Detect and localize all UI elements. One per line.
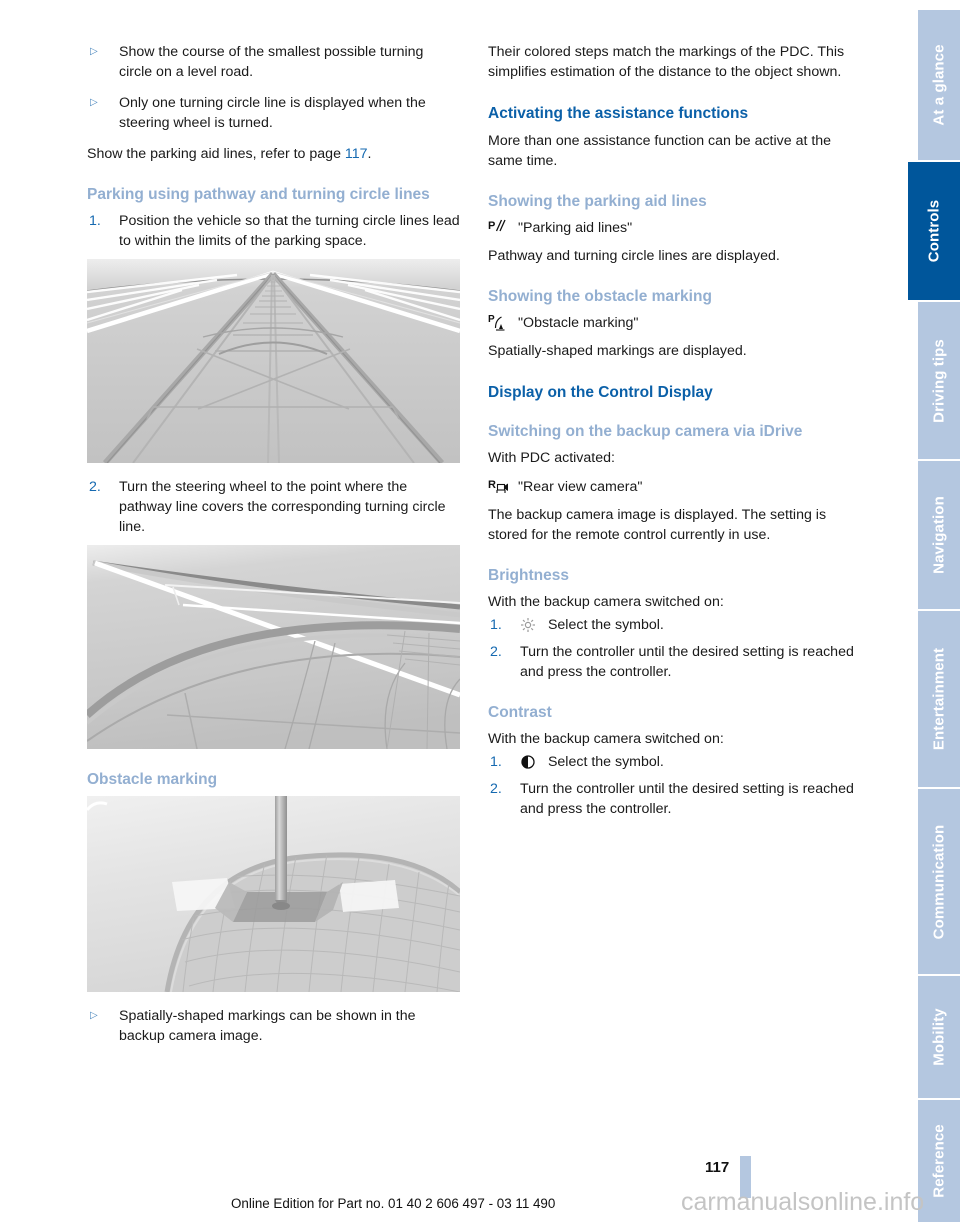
step-text: Select the symbol. <box>547 616 664 633</box>
step-number: 2. <box>89 478 101 495</box>
sidebar-tab-label: Navigation <box>930 496 948 574</box>
contrast-half-circle-icon <box>520 755 544 769</box>
symbol-label: "Obstacle marking" <box>518 314 639 331</box>
brightness-intro: With the backup camera switched on: <box>488 593 724 610</box>
triangle-right-icon: ▷ <box>90 1009 98 1021</box>
heading-contrast: Contrast <box>488 703 552 721</box>
sidebar-tab-label: Driving tips <box>930 338 948 423</box>
obstacle-paragraph: Spatially-shaped markings are displayed. <box>488 342 747 359</box>
heading-parking-using-pathway: Parking using pathway and turning circle… <box>87 186 430 204</box>
figure-obstacle-marking-pole <box>87 795 460 992</box>
sidebar-tab-entertainment[interactable]: Entertainment <box>918 611 960 787</box>
step-number: 1. <box>490 616 502 633</box>
list-item: ▷ Show the course of the smallest possib… <box>87 42 460 82</box>
parking-aid-lines-icon: P <box>488 218 509 238</box>
bullet-list-bottom: ▷ Spatially-shaped markings can be shown… <box>87 1006 460 1046</box>
sidebar-tab-reference[interactable]: Reference <box>918 1100 960 1222</box>
bullet-text: Only one turning circle line is displaye… <box>119 95 426 132</box>
sidebar-tab-label: Reference <box>930 1124 948 1198</box>
symbol-line-obstacle-marking: P "Obstacle marking" <box>488 313 861 333</box>
sidebar-tab-mobility[interactable]: Mobility <box>918 976 960 1098</box>
rear-view-camera-icon: R <box>488 477 509 497</box>
list-item: 2. Turn the controller until the desired… <box>488 642 861 682</box>
heading-showing-obstacle-marking: Showing the obstacle marking <box>488 288 712 306</box>
sidebar-tab-label: At a glance <box>930 44 948 126</box>
bullet-text: Show the course of the smallest possible… <box>119 44 424 81</box>
manual-page: ▷ Show the course of the smallest possib… <box>0 0 960 1222</box>
page-number: 117 <box>705 1159 730 1176</box>
step-number: 2. <box>490 780 502 797</box>
symbol-line-rear-view-camera: R "Rear view camera" <box>488 477 861 497</box>
svg-text:P: P <box>488 314 495 325</box>
steps-parking: 1. Position the vehicle so that the turn… <box>87 211 460 251</box>
list-item: 2. Turn the controller until the desired… <box>488 779 861 819</box>
triangle-right-icon: ▷ <box>90 46 98 57</box>
list-item: 2. Turn the steering wheel to the point … <box>87 477 460 537</box>
step-number: 1. <box>89 212 101 229</box>
steps-contrast: 1. Select the symbol. 2. Turn the contro… <box>488 752 861 819</box>
bullet-list-top: ▷ Show the course of the smallest possib… <box>87 42 460 133</box>
sidebar-tab-at-a-glance[interactable]: At a glance <box>918 10 960 160</box>
symbol-label: "Parking aid lines" <box>518 220 633 237</box>
heading-brightness: Brightness <box>488 566 569 584</box>
sidebar-tab-label: Entertainment <box>930 647 948 751</box>
heading-display-on-control-display: Display on the Control Display <box>488 383 713 401</box>
section-tabstrip: At a glance Controls Driving tips Navigatio… <box>880 0 960 1222</box>
content-columns: ▷ Show the course of the smallest possib… <box>87 42 873 1057</box>
intro-paragraph: Their colored steps match the markings o… <box>488 44 845 81</box>
symbol-label: "Rear view camera" <box>518 478 643 495</box>
sidebar-tab-label: Communication <box>930 824 948 939</box>
sidebar-tab-navigation[interactable]: Navigation <box>918 461 960 609</box>
list-item: ▷ Spatially-shaped markings can be shown… <box>87 1006 460 1046</box>
sidebar-tab-communication[interactable]: Communication <box>918 789 960 974</box>
svg-text:P: P <box>488 220 495 232</box>
left-column: ▷ Show the course of the smallest possib… <box>87 42 460 1057</box>
symbol-line-parking-aid: P "Parking aid lines" <box>488 218 861 238</box>
step-text: Select the symbol. <box>547 753 664 770</box>
refer-to-page-paragraph: Show the parking aid lines, refer to pag… <box>87 144 460 164</box>
list-item: 1. Position the vehicle so that the turn… <box>87 211 460 251</box>
contrast-intro: With the backup camera switched on: <box>488 730 724 747</box>
step-text: Turn the controller until the desired se… <box>520 643 854 680</box>
pdc-activated-paragraph: With PDC activated: <box>488 449 615 466</box>
list-item: 1. Select the symbol. <box>488 752 861 772</box>
activating-paragraph: More than one assistance function can be… <box>488 133 832 170</box>
step-number: 1. <box>490 753 502 770</box>
steps-parking-2: 2. Turn the steering wheel to the point … <box>87 477 460 537</box>
footer-edition-text: Online Edition for Part no. 01 40 2 606 … <box>231 1196 556 1211</box>
list-item: 1. Select the symbol. <box>488 615 861 635</box>
right-column: Their colored steps match the markings o… <box>488 42 861 1057</box>
heading-switching-backup-camera: Switching on the backup camera via iDriv… <box>488 423 803 441</box>
sidebar-tab-driving-tips[interactable]: Driving tips <box>918 302 960 459</box>
watermark-text: carmanualsonline.info <box>681 1188 925 1216</box>
sidebar-tab-label: Mobility <box>930 1008 948 1066</box>
sidebar-tab-controls[interactable]: Controls <box>908 162 960 300</box>
brightness-sun-icon <box>520 617 544 632</box>
refer-text-before: Show the parking aid lines, refer to pag… <box>87 146 345 163</box>
step-number: 2. <box>490 643 502 660</box>
svg-text:R: R <box>488 479 496 491</box>
figure-pathway-turning-lines-straight <box>87 258 460 463</box>
steps-brightness: 1. Select the symbol. 2. Turn the contro… <box>488 615 861 682</box>
heading-obstacle-marking: Obstacle marking <box>87 770 218 788</box>
backup-image-paragraph: The backup camera image is displayed. Th… <box>488 506 827 543</box>
sidebar-tab-label: Controls <box>925 199 943 263</box>
heading-showing-parking-aid-lines: Showing the parking aid lines <box>488 193 707 211</box>
figure-turning-circle-curved <box>87 544 460 749</box>
parking-aid-paragraph: Pathway and turning circle lines are dis… <box>488 248 780 265</box>
obstacle-marking-icon: P <box>488 313 509 333</box>
refer-text-after: . <box>367 146 372 163</box>
page-reference-link[interactable]: 117 <box>345 146 368 162</box>
heading-activating-assistance: Activating the assistance functions <box>488 105 749 123</box>
triangle-right-icon: ▷ <box>90 97 98 109</box>
bullet-text: Spatially-shaped markings can be shown i… <box>119 1007 416 1044</box>
step-text: Turn the steering wheel to the point whe… <box>119 478 446 535</box>
step-text: Position the vehicle so that the turning… <box>119 212 460 249</box>
list-item: ▷ Only one turning circle line is displa… <box>87 93 460 133</box>
step-text: Turn the controller until the desired se… <box>520 780 854 817</box>
